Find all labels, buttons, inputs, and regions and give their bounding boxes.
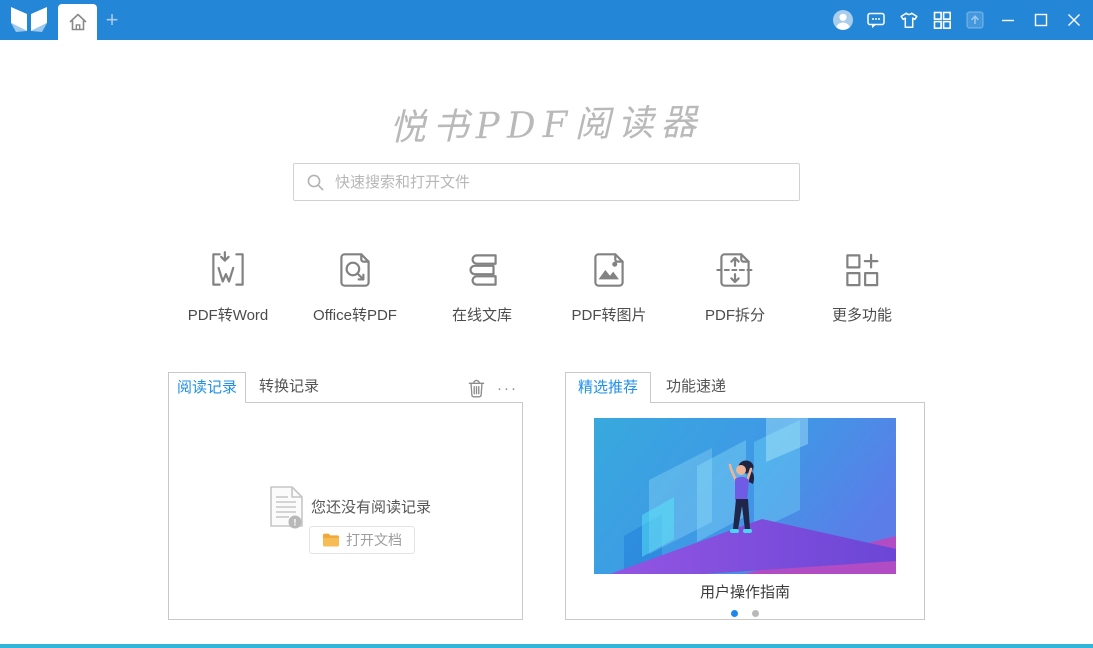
feature-office-to-pdf[interactable]: Office转PDF <box>294 245 416 325</box>
promo-illustration[interactable] <box>594 398 896 592</box>
app-logo-icon <box>9 4 49 36</box>
feature-label: PDF拆分 <box>704 307 765 324</box>
folder-icon <box>323 533 339 547</box>
search-icon <box>307 174 324 191</box>
feature-label: PDF转图片 <box>571 307 647 324</box>
open-document-label: 打开文档 <box>346 532 402 548</box>
bottom-accent-bar <box>0 644 1093 648</box>
feature-online-library[interactable]: 在线文库 <box>421 245 543 325</box>
feature-label: PDF转Word <box>187 307 269 324</box>
feature-pdf-split[interactable]: PDF拆分 <box>674 245 796 325</box>
app-title: 悦书PDF阅读器 <box>389 102 704 149</box>
maximize-button[interactable] <box>1030 9 1052 31</box>
minimize-icon <box>1002 19 1014 22</box>
tab-featured[interactable]: 精选推荐 <box>565 372 651 403</box>
avatar[interactable] <box>832 9 854 31</box>
titlebar: + <box>0 0 1093 40</box>
titlebar-actions <box>832 0 1085 40</box>
search-input[interactable] <box>335 173 787 191</box>
feature-pdf-to-word[interactable]: PDF转Word <box>167 245 289 325</box>
tab-convert-records[interactable]: 转换记录 <box>246 372 332 403</box>
tab-feature-updates[interactable]: 功能速递 <box>651 372 741 403</box>
pdf-to-image-icon <box>548 245 670 295</box>
minimize-button[interactable] <box>997 9 1019 31</box>
theme-tshirt-icon[interactable] <box>898 9 920 31</box>
feature-label: Office转PDF <box>313 307 397 324</box>
carousel-dot[interactable] <box>752 610 759 617</box>
maximize-icon <box>1034 13 1048 27</box>
promo-caption: 用户操作指南 <box>699 584 790 601</box>
app-window: + 悦书PDF阅读器 快速搜索和打开文件 PDF转Word Office转PDF… <box>0 0 1093 648</box>
pdf-to-word-icon <box>167 245 289 295</box>
feature-pdf-to-image[interactable]: PDF转图片 <box>548 245 670 325</box>
home-icon <box>68 13 87 31</box>
home-tab[interactable] <box>58 4 97 40</box>
empty-document-icon: ! <box>269 485 305 534</box>
feature-label: 在线文库 <box>451 307 512 324</box>
search-box[interactable] <box>293 163 800 201</box>
more-features-icon <box>801 245 923 295</box>
more-options-icon[interactable]: ··· <box>497 380 518 397</box>
close-icon <box>1068 14 1080 26</box>
online-library-icon <box>421 245 543 295</box>
reading-records-panel: ! 您还没有阅读记录 打开文档 <box>168 402 523 620</box>
close-button[interactable] <box>1063 9 1085 31</box>
feature-label: 更多功能 <box>831 307 892 324</box>
promo-panel: 用户操作指南 <box>565 398 925 620</box>
tab-reading-records[interactable]: 阅读记录 <box>168 372 246 403</box>
carousel-dots <box>566 610 924 617</box>
trash-icon[interactable] <box>468 379 485 398</box>
pdf-split-icon <box>674 245 796 295</box>
svg-text:!: ! <box>293 518 296 529</box>
new-tab-button[interactable]: + <box>100 8 124 32</box>
office-to-pdf-icon <box>294 245 416 295</box>
open-document-button[interactable]: 打开文档 <box>309 526 415 554</box>
feature-more[interactable]: 更多功能 <box>801 245 923 325</box>
carousel-dot-active[interactable] <box>731 610 738 617</box>
empty-state-text: 您还没有阅读记录 <box>311 499 432 516</box>
apps-grid-icon[interactable] <box>931 9 953 31</box>
upload-icon[interactable] <box>964 9 986 31</box>
feedback-chat-icon[interactable] <box>865 9 887 31</box>
